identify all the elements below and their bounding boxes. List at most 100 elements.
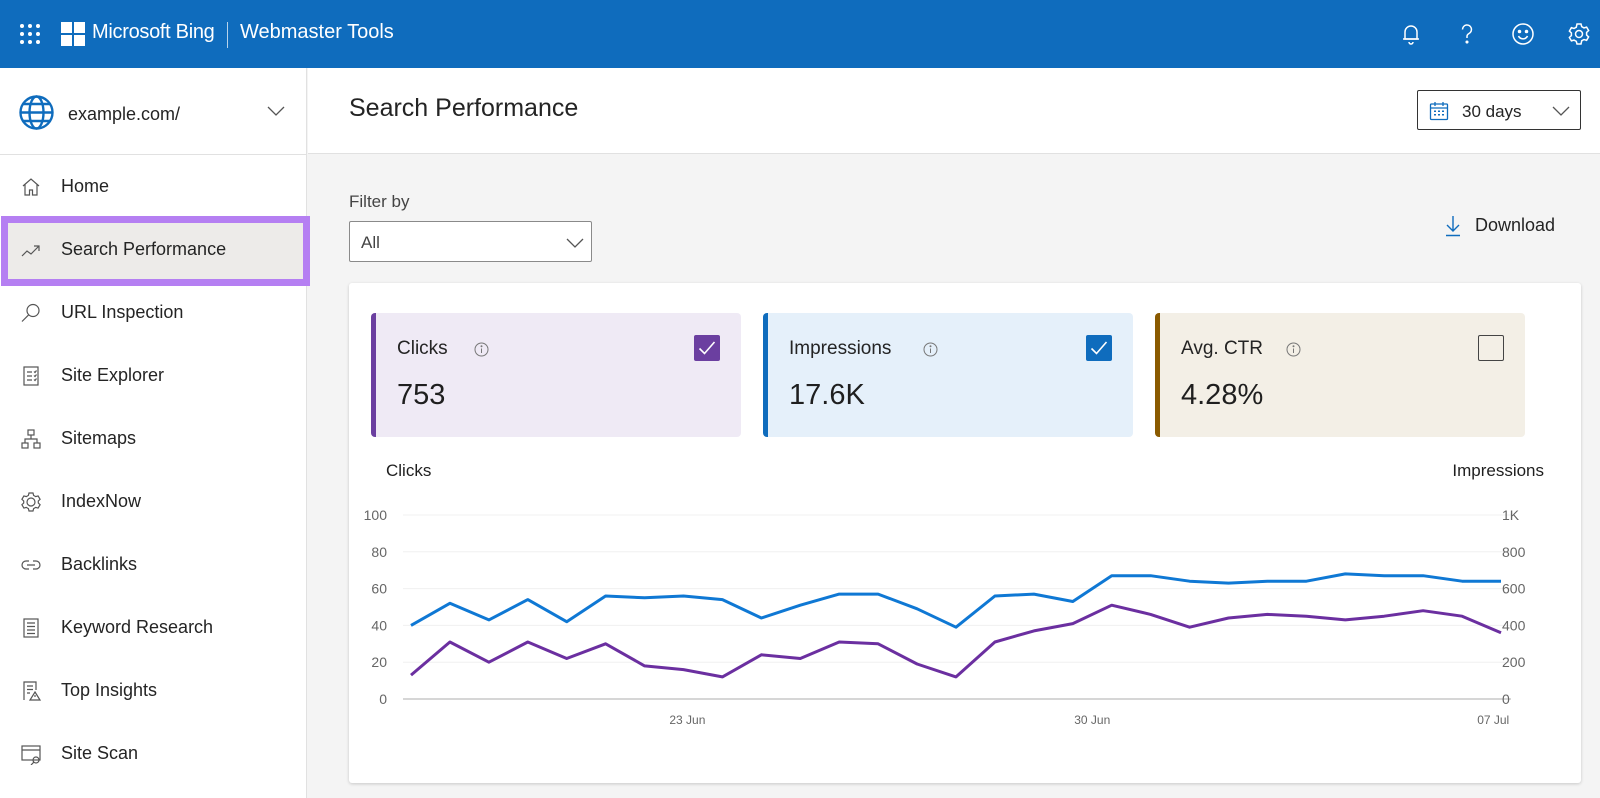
sidebar-item-url-inspection[interactable]: URL Inspection bbox=[0, 282, 306, 346]
data-point-clicks[interactable] bbox=[1339, 614, 1351, 626]
data-point-impressions[interactable] bbox=[522, 594, 534, 606]
app-launcher-icon[interactable] bbox=[20, 24, 40, 44]
data-point-impressions[interactable] bbox=[1223, 577, 1235, 589]
data-point-impressions[interactable] bbox=[1456, 575, 1468, 587]
data-point-clicks[interactable] bbox=[1184, 621, 1196, 633]
data-point-clicks[interactable] bbox=[1300, 610, 1312, 622]
data-point-clicks[interactable] bbox=[444, 636, 456, 648]
site-scan-icon bbox=[21, 745, 41, 765]
insights-warning-icon bbox=[23, 681, 42, 701]
data-point-clicks[interactable] bbox=[950, 671, 962, 683]
left-axis-tick: 100 bbox=[364, 507, 388, 523]
left-axis-tick: 80 bbox=[371, 544, 387, 560]
data-point-impressions[interactable] bbox=[1261, 575, 1273, 587]
sidebar-item-top-insights[interactable]: Top Insights bbox=[0, 660, 306, 724]
data-point-clicks[interactable] bbox=[405, 669, 417, 681]
document-list-icon bbox=[23, 618, 39, 638]
data-point-impressions[interactable] bbox=[1339, 568, 1351, 580]
data-point-clicks[interactable] bbox=[1106, 599, 1118, 611]
data-point-impressions[interactable] bbox=[1106, 570, 1118, 582]
sidebar-item-label: Keyword Research bbox=[61, 617, 214, 637]
data-point-impressions[interactable] bbox=[1378, 570, 1390, 582]
data-point-impressions[interactable] bbox=[639, 592, 651, 604]
x-axis-tick: 07 Jul bbox=[1477, 713, 1509, 727]
performance-chart[interactable]: 0 020 20040 40060 60080 800100 1K23 Jun 30 Jun 0… bbox=[349, 283, 1581, 783]
brand-divider bbox=[227, 22, 228, 48]
date-range-value: 30 days bbox=[1462, 102, 1522, 121]
data-point-clicks[interactable] bbox=[1028, 625, 1040, 637]
sidebar-item-keyword-research[interactable]: Keyword Research bbox=[0, 597, 306, 661]
data-point-clicks[interactable] bbox=[639, 660, 651, 672]
sidebar-item-site-explorer[interactable]: Site Explorer bbox=[0, 345, 306, 409]
data-point-clicks[interactable] bbox=[1456, 610, 1468, 622]
data-point-clicks[interactable] bbox=[678, 664, 690, 676]
data-point-impressions[interactable] bbox=[405, 619, 417, 631]
sidebar: example.com/ Home Search Performance URL… bbox=[0, 68, 310, 798]
data-point-clicks[interactable] bbox=[794, 653, 806, 665]
performance-card: Clicks 753 Impressions 17.6K Avg. CTR 4.… bbox=[349, 283, 1581, 783]
chevron-down-icon bbox=[1552, 106, 1570, 116]
data-point-clicks[interactable] bbox=[1495, 627, 1507, 639]
right-axis-tick: 800 bbox=[1502, 544, 1526, 560]
data-point-impressions[interactable] bbox=[1495, 575, 1507, 587]
settings-gear-icon[interactable] bbox=[1566, 21, 1592, 47]
data-point-impressions[interactable] bbox=[1067, 595, 1079, 607]
data-point-clicks[interactable] bbox=[561, 653, 573, 665]
data-point-clicks[interactable] bbox=[911, 658, 923, 670]
data-point-impressions[interactable] bbox=[755, 612, 767, 624]
data-point-impressions[interactable] bbox=[1184, 575, 1196, 587]
data-point-clicks[interactable] bbox=[1378, 610, 1390, 622]
data-point-clicks[interactable] bbox=[600, 638, 612, 650]
filter-select[interactable]: All bbox=[349, 221, 592, 262]
feedback-smiley-icon[interactable] bbox=[1510, 21, 1536, 47]
sidebar-item-site-scan[interactable]: Site Scan bbox=[0, 723, 306, 787]
date-range-select[interactable]: 30 days bbox=[1417, 90, 1581, 130]
sidebar-item-backlinks[interactable]: Backlinks bbox=[0, 534, 306, 598]
data-point-impressions[interactable] bbox=[989, 590, 1001, 602]
data-point-impressions[interactable] bbox=[833, 588, 845, 600]
search-icon bbox=[21, 303, 40, 322]
data-point-clicks[interactable] bbox=[1223, 612, 1235, 624]
data-point-impressions[interactable] bbox=[600, 590, 612, 602]
page-title: Search Performance bbox=[349, 94, 579, 122]
data-point-impressions[interactable] bbox=[678, 590, 690, 602]
brand-name[interactable]: Microsoft Bing bbox=[92, 21, 215, 44]
data-point-impressions[interactable] bbox=[1300, 575, 1312, 587]
data-point-impressions[interactable] bbox=[1417, 570, 1429, 582]
data-point-clicks[interactable] bbox=[872, 638, 884, 650]
link-icon bbox=[21, 560, 41, 570]
data-point-clicks[interactable] bbox=[1261, 608, 1273, 620]
data-point-impressions[interactable] bbox=[561, 616, 573, 628]
data-point-impressions[interactable] bbox=[950, 621, 962, 633]
chevron-down-icon bbox=[267, 106, 285, 116]
sidebar-item-sitemaps[interactable]: Sitemaps bbox=[0, 408, 306, 472]
data-point-clicks[interactable] bbox=[483, 656, 495, 668]
sidebar-item-home[interactable]: Home bbox=[0, 156, 306, 220]
help-icon[interactable] bbox=[1454, 21, 1480, 47]
data-point-clicks[interactable] bbox=[522, 636, 534, 648]
data-point-clicks[interactable] bbox=[1417, 605, 1429, 617]
site-picker[interactable]: example.com/ bbox=[0, 68, 306, 155]
data-point-impressions[interactable] bbox=[483, 614, 495, 626]
data-point-impressions[interactable] bbox=[716, 594, 728, 606]
sidebar-item-label: Sitemaps bbox=[61, 428, 137, 448]
data-point-clicks[interactable] bbox=[1145, 608, 1157, 620]
sidebar-item-indexnow[interactable]: IndexNow bbox=[0, 471, 306, 535]
data-point-impressions[interactable] bbox=[794, 599, 806, 611]
data-point-impressions[interactable] bbox=[1028, 588, 1040, 600]
data-point-clicks[interactable] bbox=[716, 671, 728, 683]
data-point-impressions[interactable] bbox=[872, 588, 884, 600]
bell-icon[interactable] bbox=[1398, 21, 1424, 47]
data-point-clicks[interactable] bbox=[989, 636, 1001, 648]
x-axis-tick: 30 Jun bbox=[1074, 713, 1110, 727]
product-name[interactable]: Webmaster Tools bbox=[240, 21, 394, 44]
data-point-clicks[interactable] bbox=[755, 649, 767, 661]
data-point-clicks[interactable] bbox=[833, 636, 845, 648]
left-axis-tick: 60 bbox=[371, 581, 387, 597]
sidebar-item-search-performance[interactable]: Search Performance bbox=[1, 216, 310, 286]
data-point-clicks[interactable] bbox=[1067, 618, 1079, 630]
data-point-impressions[interactable] bbox=[911, 603, 923, 615]
data-point-impressions[interactable] bbox=[1145, 570, 1157, 582]
data-point-impressions[interactable] bbox=[444, 597, 456, 609]
sidebar-item-label: Search Performance bbox=[61, 239, 227, 259]
